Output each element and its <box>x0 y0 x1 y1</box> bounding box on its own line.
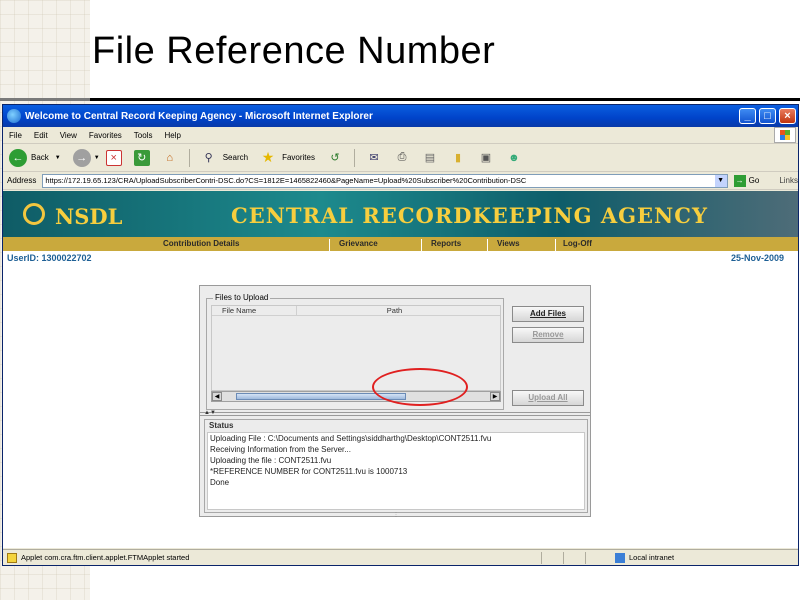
favorites-button-label[interactable]: Favorites <box>282 153 315 162</box>
current-date: 25-Nov-2009 <box>730 253 784 263</box>
nav-divider <box>421 239 422 251</box>
minimize-button[interactable]: _ <box>739 108 756 124</box>
browser-window: Welcome to Central Record Keeping Agency… <box>2 104 799 566</box>
security-zone: Local intranet <box>629 553 675 562</box>
window-titlebar[interactable]: Welcome to Central Record Keeping Agency… <box>3 105 798 127</box>
column-file-name[interactable]: File Name <box>212 306 296 315</box>
status-cell <box>563 551 585 564</box>
status-cell <box>585 551 607 564</box>
add-files-button[interactable]: Add Files <box>512 306 584 322</box>
address-url: https://172.19.65.123/CRA/UploadSubscrib… <box>45 175 527 185</box>
menu-tools[interactable]: Tools <box>134 131 153 140</box>
status-line-reference-number: *REFERENCE NUMBER for CONT2511.fvu is 10… <box>210 467 408 476</box>
status-line: Receiving Information from the Server... <box>210 445 351 454</box>
nav-divider <box>555 239 556 251</box>
nsdl-banner: NSDL CENTRAL RECORDKEEPING AGENCY <box>3 191 798 237</box>
status-bar: Applet com.cra.ftm.client.applet.FTMAppl… <box>3 549 798 565</box>
close-button[interactable]: × <box>779 108 796 124</box>
toolbar-separator <box>188 148 190 167</box>
address-input[interactable]: https://172.19.65.123/CRA/UploadSubscrib… <box>42 173 728 188</box>
mail-icon[interactable]: ✉ <box>366 150 382 166</box>
column-path[interactable]: Path <box>296 306 492 315</box>
nav-log-off[interactable]: Log-Off <box>563 239 592 248</box>
maximize-button[interactable]: □ <box>759 108 776 124</box>
nav-divider <box>487 239 488 251</box>
files-table-header: File Name Path <box>212 306 500 316</box>
menu-view[interactable]: View <box>60 131 77 140</box>
nav-views[interactable]: Views <box>497 239 520 248</box>
go-label: Go <box>748 176 760 185</box>
slide-title: File Reference Number <box>92 30 496 72</box>
split-pane-divider[interactable] <box>200 412 590 416</box>
nav-divider <box>329 239 330 251</box>
status-line: Uploading the file : CONT2511.fvu <box>210 456 332 465</box>
go-button[interactable]: → Go <box>733 174 760 187</box>
files-legend: Files to Upload <box>213 293 271 302</box>
edit-icon[interactable]: ▤ <box>422 150 438 166</box>
nav-reports[interactable]: Reports <box>431 239 461 248</box>
windows-logo-icon <box>774 127 796 143</box>
address-bar: Address https://172.19.65.123/CRA/Upload… <box>3 172 798 190</box>
status-text: Applet com.cra.ftm.client.applet.FTMAppl… <box>21 553 190 562</box>
back-button-label[interactable]: Back <box>31 153 49 162</box>
status-log[interactable]: Uploading File : C:\Documents and Settin… <box>207 432 585 510</box>
forward-dropdown-icon[interactable]: ▼ <box>94 155 100 161</box>
nsdl-brand: NSDL <box>55 204 123 229</box>
address-dropdown-icon[interactable]: ▼ <box>714 174 727 187</box>
title-rule <box>90 98 800 101</box>
window-title: Welcome to Central Record Keeping Agency… <box>25 110 373 122</box>
search-button-label[interactable]: Search <box>223 153 248 162</box>
nav-grievance[interactable]: Grievance <box>339 239 378 248</box>
user-row: UserID: 1300022702 25-Nov-2009 <box>3 251 798 265</box>
menu-help[interactable]: Help <box>164 131 180 140</box>
site-nav: Contribution Details Grievance Reports V… <box>3 237 798 251</box>
back-dropdown-icon[interactable]: ▼ <box>55 155 61 161</box>
stop-icon[interactable]: × <box>105 149 122 166</box>
scroll-right-icon[interactable]: ▶ <box>490 392 500 401</box>
status-cell <box>541 551 563 564</box>
user-id: UserID: 1300022702 <box>7 253 92 263</box>
status-legend: Status <box>209 421 234 430</box>
applet-status-icon <box>7 552 17 563</box>
toolbar: ← Back ▼ → ▼ × ↻ ⌂ ⚲ Search ★ Favorites … <box>3 144 798 172</box>
remove-button[interactable]: Remove <box>512 327 584 343</box>
scroll-left-icon[interactable]: ◀ <box>212 392 222 401</box>
toolbar-separator <box>353 148 355 167</box>
nav-contribution-details[interactable]: Contribution Details <box>163 239 239 248</box>
nsdl-logo-icon <box>23 203 45 225</box>
menu-favorites[interactable]: Favorites <box>89 131 122 140</box>
refresh-icon[interactable]: ↻ <box>133 149 150 166</box>
status-line: Done <box>210 478 230 487</box>
local-intranet-icon <box>615 552 625 563</box>
links-button[interactable]: Links <box>779 176 798 185</box>
home-icon[interactable]: ⌂ <box>162 150 178 166</box>
reference-number-highlight <box>372 368 468 406</box>
menu-edit[interactable]: Edit <box>34 131 48 140</box>
status-scroll-indicator[interactable]: ⋮ <box>204 512 588 518</box>
history-icon[interactable]: ↺ <box>327 150 343 166</box>
folder-icon[interactable]: ▮ <box>450 150 466 166</box>
favorites-star-icon[interactable]: ★ <box>260 149 276 166</box>
back-arrow-icon[interactable]: ← <box>9 148 27 167</box>
upload-all-button[interactable]: Upload All <box>512 390 584 406</box>
print-icon[interactable]: ⎙ <box>394 150 410 166</box>
status-group: Status Uploading File : C:\Documents and… <box>204 419 588 513</box>
research-icon[interactable]: ▣ <box>478 150 494 166</box>
ie-icon <box>7 109 21 123</box>
forward-arrow-icon[interactable]: → <box>72 148 91 167</box>
status-line: Uploading File : C:\Documents and Settin… <box>210 434 492 443</box>
messenger-icon[interactable]: ☻ <box>506 150 522 166</box>
title-rule-left <box>0 98 90 101</box>
split-arrows-icon[interactable]: ▲▼ <box>204 410 216 416</box>
go-arrow-icon: → <box>733 174 746 187</box>
address-label: Address <box>7 176 37 185</box>
menu-file[interactable]: File <box>9 131 22 140</box>
menubar: File Edit View Favorites Tools Help <box>3 127 798 144</box>
search-icon[interactable]: ⚲ <box>201 150 217 166</box>
agency-name: CENTRAL RECORDKEEPING AGENCY <box>231 203 708 228</box>
